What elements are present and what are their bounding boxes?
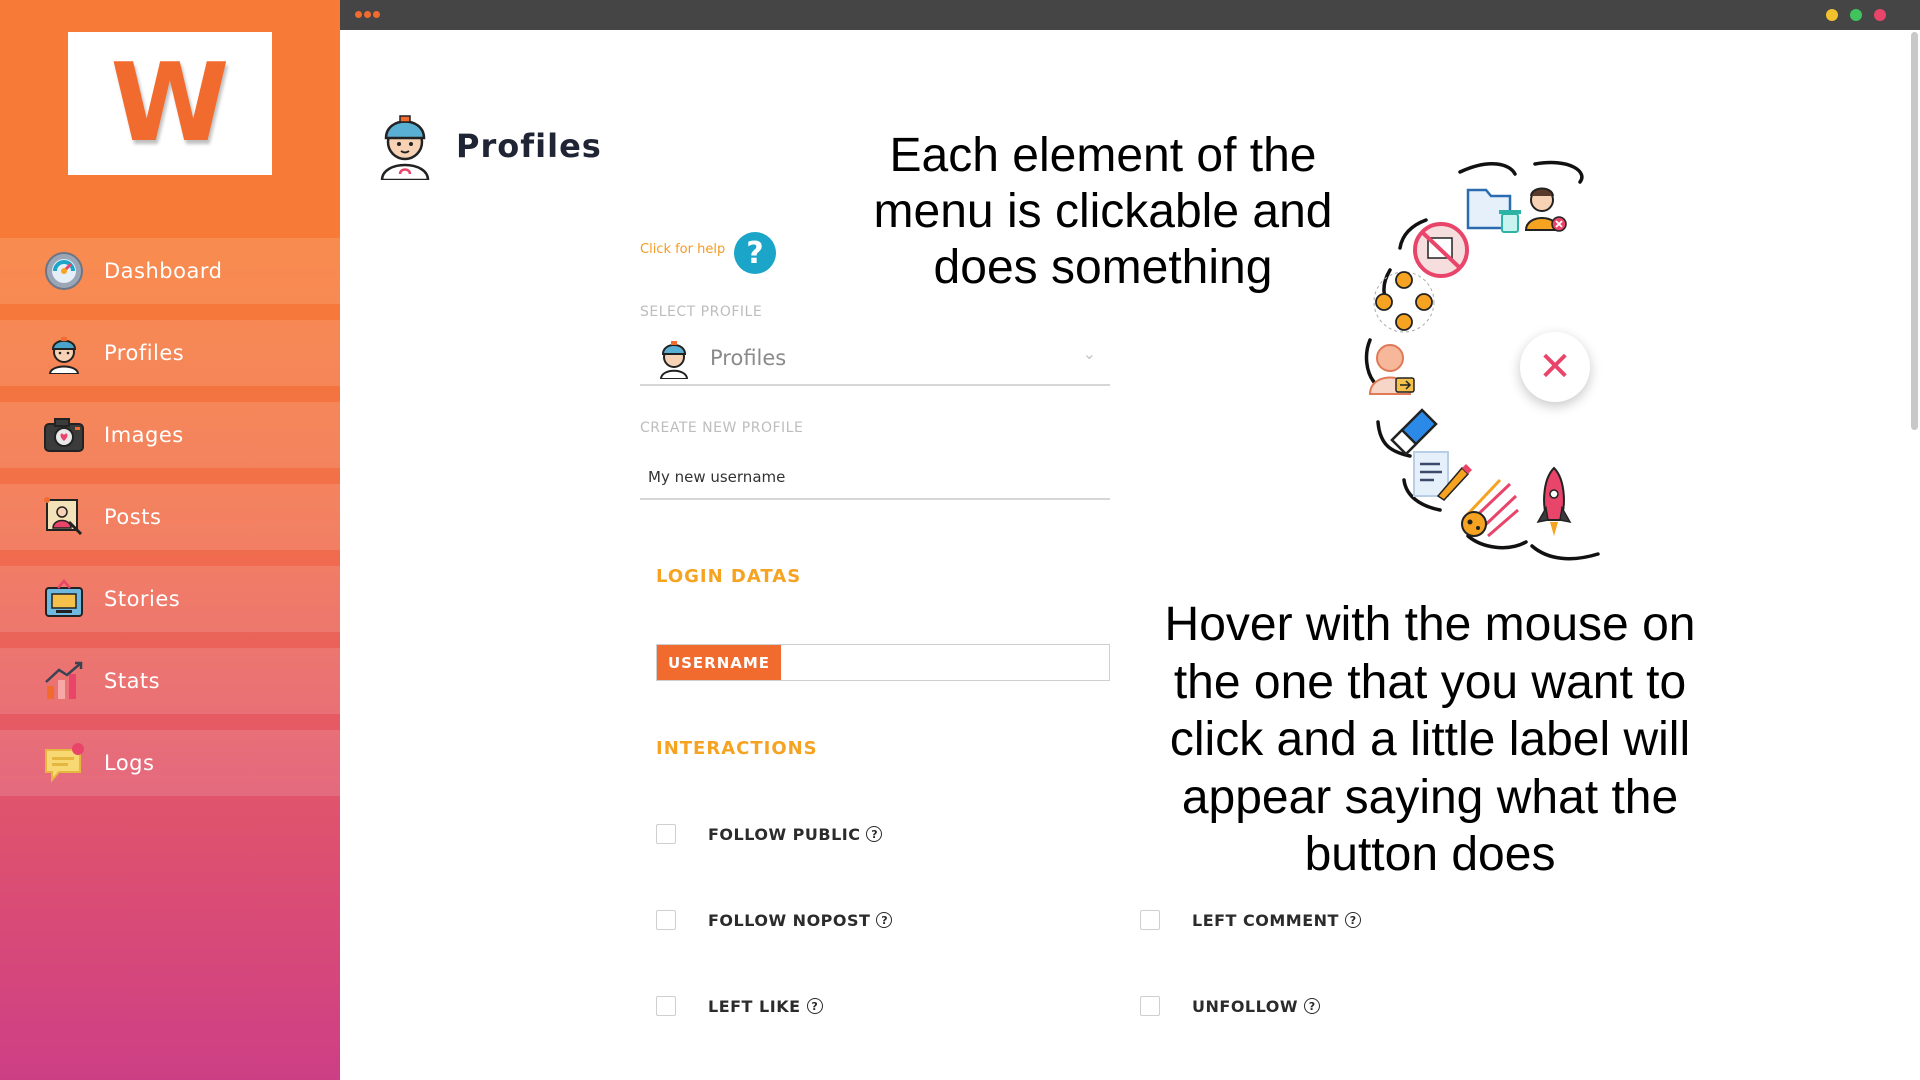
sidebar-item-label: Logs — [104, 751, 155, 775]
sidebar-item-label: Posts — [104, 505, 162, 529]
scrollbar-thumb[interactable] — [1911, 32, 1918, 430]
logo-letter: W — [110, 40, 230, 166]
user-export-icon[interactable] — [1368, 344, 1415, 395]
user-remove-icon[interactable] — [1524, 187, 1567, 232]
help-circle-icon[interactable]: ? — [1344, 912, 1361, 928]
close-icon: ✕ — [1538, 344, 1572, 390]
callout-menu-clickable: Each element of the menu is clickable an… — [873, 129, 1333, 295]
sidebar-item-images[interactable]: Images — [0, 402, 340, 468]
help-circle-icon[interactable]: ? — [806, 998, 823, 1014]
interaction-left-like: LEFT LIKE ? — [656, 996, 823, 1016]
new-profile-input[interactable] — [640, 456, 1110, 500]
follow-public-checkbox[interactable] — [656, 824, 676, 844]
interaction-unfollow: UNFOLLOW ? — [1140, 996, 1320, 1016]
meteor-icon[interactable] — [1461, 478, 1519, 538]
sidebar-item-label: Stats — [104, 669, 161, 693]
username-addon-label: USERNAME — [657, 645, 781, 680]
username-field-group: USERNAME — [656, 644, 1110, 681]
checkbox-label: LEFT LIKE — [708, 996, 801, 1016]
folder-delete-icon[interactable] — [1466, 188, 1521, 233]
profile-boy-icon — [42, 331, 86, 375]
bar-chart-arrow-icon — [42, 659, 86, 703]
profile-select-value: Profiles — [710, 346, 787, 370]
camera-icon — [42, 413, 86, 457]
checkbox-label: LEFT COMMENT — [1192, 910, 1339, 930]
document-edit-icon[interactable] — [1413, 451, 1472, 501]
sidebar-item-logs[interactable]: Logs — [0, 730, 340, 796]
network-users-icon[interactable] — [1373, 271, 1435, 333]
chat-bubble-icon — [42, 741, 86, 785]
checkbox-label: UNFOLLOW — [1192, 996, 1298, 1016]
stories-icon — [42, 577, 86, 621]
interactions-section-title: INTERACTIONS — [656, 738, 818, 759]
unfollow-checkbox[interactable] — [1140, 996, 1160, 1016]
create-profile-label: CREATE NEW PROFILE — [640, 420, 804, 436]
help-circle-icon[interactable]: ? — [876, 912, 893, 928]
profile-boy-icon — [656, 337, 692, 379]
sidebar: W Dashboard Profiles Images Posts Storie… — [0, 0, 340, 1080]
rocket-icon[interactable] — [1536, 466, 1572, 536]
posts-picture-icon — [42, 495, 86, 539]
interaction-follow-public: FOLLOW PUBLIC ? — [656, 824, 883, 844]
window-maximize-button[interactable] — [1850, 9, 1862, 21]
profile-select[interactable]: Profiles ⌄ — [640, 332, 1110, 386]
help-circle-icon[interactable]: ? — [866, 826, 883, 842]
checkbox-label: FOLLOW PUBLIC — [708, 824, 861, 844]
chevron-down-icon: ⌄ — [1082, 344, 1096, 363]
window-menu-dots[interactable] — [355, 11, 380, 18]
left-comment-checkbox[interactable] — [1140, 910, 1160, 930]
sidebar-item-label: Profiles — [104, 341, 185, 365]
close-radial-menu-button[interactable]: ✕ — [1520, 332, 1590, 402]
question-mark-icon: ? — [746, 235, 764, 271]
login-section-title: LOGIN DATAS — [656, 566, 802, 587]
username-input[interactable] — [781, 645, 1109, 680]
sidebar-item-profiles[interactable]: Profiles — [0, 320, 340, 386]
sidebar-item-label: Dashboard — [104, 259, 223, 283]
window-close-button[interactable] — [1874, 9, 1886, 21]
window-controls — [1826, 9, 1886, 21]
checkbox-label: FOLLOW NOPOST — [708, 910, 871, 930]
interaction-left-comment: LEFT COMMENT ? — [1140, 910, 1361, 930]
interaction-follow-nopost: FOLLOW NOPOST ? — [656, 910, 893, 930]
sidebar-item-label: Images — [104, 423, 184, 447]
sidebar-item-dashboard[interactable]: Dashboard — [0, 238, 340, 304]
select-profile-label: SELECT PROFILE — [640, 304, 763, 320]
profile-boy-icon — [374, 108, 436, 184]
sidebar-item-stories[interactable]: Stories — [0, 566, 340, 632]
sidebar-item-stats[interactable]: Stats — [0, 648, 340, 714]
window-minimize-button[interactable] — [1826, 9, 1838, 21]
follow-nopost-checkbox[interactable] — [656, 910, 676, 930]
sidebar-item-posts[interactable]: Posts — [0, 484, 340, 550]
page-header: Profiles — [374, 108, 602, 184]
help-circle-icon[interactable]: ? — [1303, 998, 1320, 1014]
dashboard-gauge-icon — [42, 249, 86, 293]
app-logo[interactable]: W — [68, 32, 272, 175]
window-titlebar — [340, 0, 1920, 30]
eraser-icon[interactable] — [1390, 408, 1438, 456]
callout-hover-label: Hover with the mouse on the one that you… — [1164, 598, 1696, 882]
no-images-icon[interactable] — [1413, 222, 1469, 278]
page-title: Profiles — [456, 127, 602, 165]
help-button[interactable]: ? — [734, 232, 776, 274]
sidebar-item-label: Stories — [104, 587, 181, 611]
left-like-checkbox[interactable] — [656, 996, 676, 1016]
help-link[interactable]: Click for help — [640, 242, 725, 257]
